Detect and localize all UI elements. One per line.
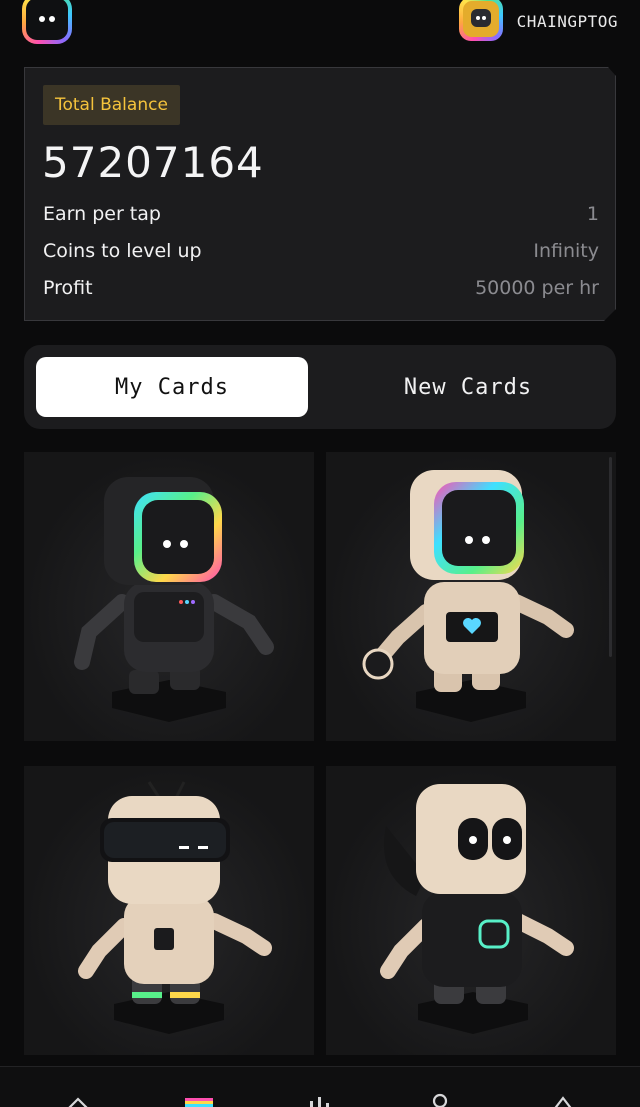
robot-avatar-icon[interactable] [458, 0, 503, 41]
logo-eye-right [49, 16, 55, 22]
balance-card: Total Balance 57207164 Earn per tap 1 Co… [24, 67, 616, 321]
balance-amount: 57207164 [42, 138, 264, 187]
stat-earn-per-tap: Earn per tap 1 [43, 203, 599, 225]
beige-robot-card[interactable] [326, 452, 616, 741]
stat-label: Coins to level up [43, 240, 202, 262]
black-robot-image [74, 477, 274, 722]
stat-profit: Profit 50000 per hr [43, 277, 599, 299]
hoodie-robot-card[interactable] [326, 766, 616, 1055]
hoodie-robot-image [380, 784, 574, 1034]
stat-value: Infinity [533, 240, 599, 262]
username: CHAINGPTOG [516, 11, 618, 31]
beige-robot-image [362, 470, 574, 722]
avatar-face [462, 1, 499, 37]
grid-scrollbar[interactable] [609, 457, 612, 657]
profile-icon[interactable] [422, 1093, 458, 1107]
stat-value: 1 [586, 203, 599, 225]
tab-my-cards[interactable]: My Cards [36, 357, 308, 417]
chart-icon[interactable] [302, 1093, 338, 1107]
user-profile[interactable]: CHAINGPTOG [458, 0, 618, 42]
tab-new-cards[interactable]: New Cards [332, 357, 604, 417]
visor-robot-card[interactable] [24, 766, 314, 1055]
visor-robot-image [78, 781, 272, 1034]
total-balance-badge: Total Balance [43, 85, 180, 125]
stat-coins-to-level-up: Coins to level up Infinity [43, 240, 599, 262]
stat-value: 50000 per hr [475, 277, 599, 299]
cards-icon[interactable] [181, 1093, 217, 1107]
home-icon[interactable] [60, 1093, 96, 1107]
stat-label: Earn per tap [43, 203, 161, 225]
chaingpt-logo-icon[interactable] [22, 0, 72, 44]
logo-eye-left [39, 16, 45, 22]
black-robot-card[interactable] [24, 452, 314, 741]
logo-face [26, 0, 68, 40]
app-header: CHAINGPTOG [0, 0, 640, 50]
stat-label: Profit [43, 277, 93, 299]
rank-icon[interactable] [545, 1093, 581, 1107]
bottom-nav [0, 1066, 640, 1107]
cards-tab-bar: My Cards New Cards [24, 345, 616, 429]
